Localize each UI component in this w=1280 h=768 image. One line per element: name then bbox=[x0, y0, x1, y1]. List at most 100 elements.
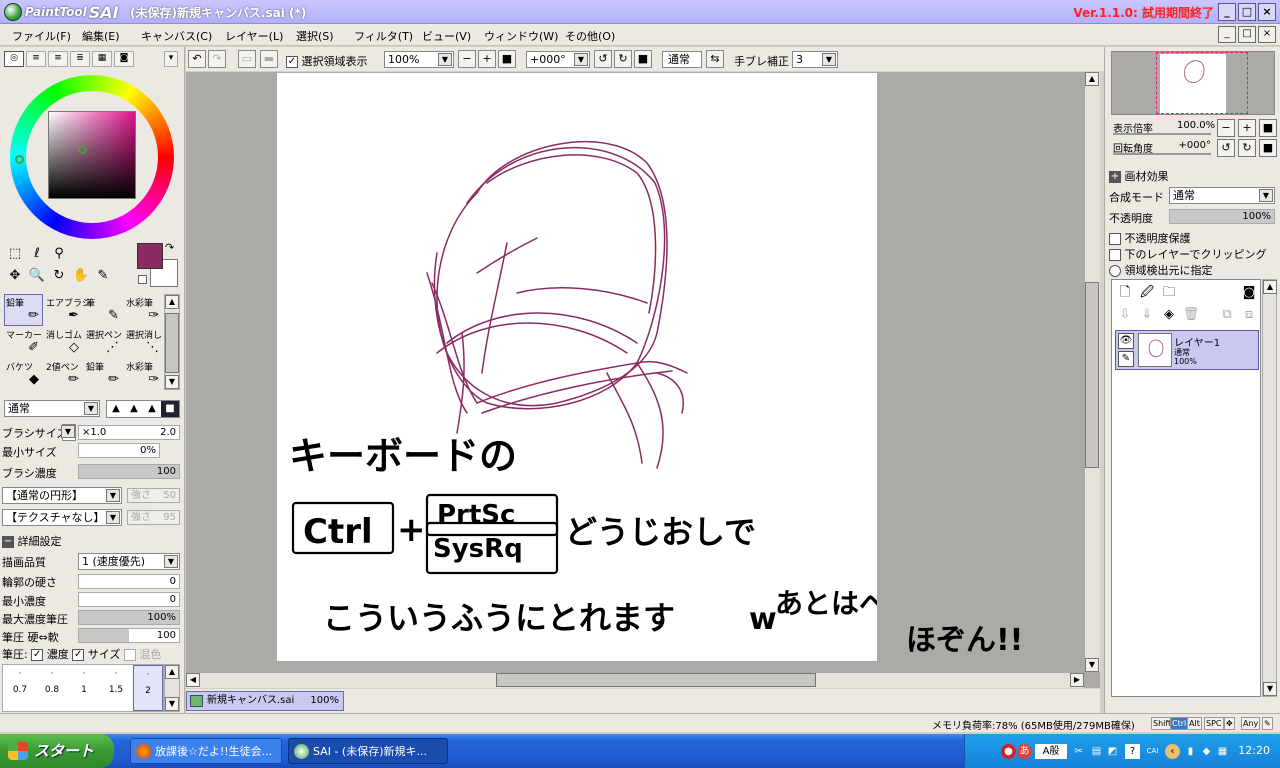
size-multiplier-dropdown[interactable]: ▼ bbox=[61, 424, 76, 441]
brush-shape-select[interactable]: 【通常の円形】 ▼ bbox=[2, 487, 122, 504]
show-selection-toggle[interactable]: ✓ 選択領域表示 bbox=[286, 53, 368, 69]
clear-layer-icon[interactable]: ◈ bbox=[1160, 306, 1178, 324]
close-button[interactable]: × bbox=[1258, 3, 1276, 21]
invert-select-icon[interactable]: ▬ bbox=[260, 50, 278, 68]
tool-watercolor-2[interactable]: 水彩筆 ✑ bbox=[124, 358, 163, 390]
foreground-color-swatch[interactable] bbox=[137, 243, 163, 269]
deselect-icon[interactable]: ▭ bbox=[238, 50, 256, 68]
max-pressure-slider[interactable]: 100% bbox=[78, 610, 180, 625]
new-linework-layer-icon[interactable]: 🖉 bbox=[1138, 284, 1156, 302]
nav-zoom-reset-icon[interactable]: ■ bbox=[1259, 119, 1277, 137]
zoom-reset-icon[interactable]: ■ bbox=[498, 50, 516, 68]
texture-strength-slider[interactable]: 強さ 95 bbox=[127, 510, 180, 525]
hsv-slider-mode-icon[interactable]: ≡ bbox=[48, 51, 68, 67]
nav-rotate-right-icon[interactable]: ↻ bbox=[1238, 139, 1256, 157]
tray-network-icon[interactable]: ▦ bbox=[1215, 744, 1230, 759]
zoom-slider[interactable] bbox=[1113, 133, 1211, 135]
size-preset[interactable]: · 0.8 bbox=[37, 670, 67, 696]
rotate-icon[interactable]: ↻ bbox=[50, 267, 68, 285]
delete-layer-icon[interactable]: 🗑 bbox=[1182, 306, 1200, 324]
layer-item[interactable]: 👁 ✎ レイヤー1 通常 100% bbox=[1115, 330, 1259, 370]
zoom-select[interactable]: 100% ▼ bbox=[384, 51, 454, 68]
menu-other[interactable]: その他(O) bbox=[565, 28, 615, 44]
zoom-in-icon[interactable]: + bbox=[478, 50, 496, 68]
layer-blend-select[interactable]: 通常 ▼ bbox=[1169, 187, 1275, 204]
doc-close-button[interactable]: × bbox=[1258, 26, 1276, 43]
size-preset[interactable]: · 0.7 bbox=[5, 670, 35, 696]
lasso-icon[interactable]: ℓ bbox=[28, 245, 46, 263]
scroll-down-icon[interactable]: ▼ bbox=[1263, 682, 1277, 696]
tool-pencil[interactable]: 鉛筆 ✏ bbox=[4, 294, 43, 326]
tool-airbrush[interactable]: エアブラシ ✒ bbox=[44, 294, 91, 326]
zoom-icon[interactable]: 🔍 bbox=[28, 267, 46, 285]
new-folder-icon[interactable]: 🗀 bbox=[1160, 284, 1178, 302]
zoom-out-icon[interactable]: − bbox=[458, 50, 476, 68]
min-size-slider[interactable]: 0% bbox=[78, 443, 160, 458]
rotation-select[interactable]: +000° ▼ bbox=[526, 51, 590, 68]
scroll-up-icon[interactable]: ▲ bbox=[165, 295, 179, 309]
shape-strength-slider[interactable]: 強さ 50 bbox=[127, 488, 180, 503]
start-button[interactable]: スタート bbox=[0, 734, 114, 768]
ime-mode-indicator[interactable]: A般 bbox=[1035, 744, 1067, 759]
scroll-right-icon[interactable]: ▶ bbox=[1070, 673, 1084, 687]
menu-filter[interactable]: フィルタ(T) bbox=[354, 28, 413, 44]
scroll-down-icon[interactable]: ▼ bbox=[1085, 658, 1099, 672]
blend-mode-button[interactable]: 通常 bbox=[662, 51, 702, 68]
panel-menu-icon[interactable]: ▾ bbox=[164, 51, 178, 67]
canvas-vertical-scrollbar[interactable]: ▲ ▼ bbox=[1084, 72, 1100, 672]
rgb-slider-mode-icon[interactable]: ≡ bbox=[26, 51, 46, 67]
rotate-left-icon[interactable]: ↺ bbox=[594, 50, 612, 68]
nav-rotate-reset-icon[interactable]: ■ bbox=[1259, 139, 1277, 157]
layer-list-scrollbar[interactable]: ▲ ▼ bbox=[1262, 279, 1277, 697]
menu-layer[interactable]: レイヤー(L) bbox=[225, 28, 283, 44]
edge-hardness-slider[interactable]: 0 bbox=[78, 574, 180, 589]
scroll-down-icon[interactable]: ▼ bbox=[165, 375, 179, 389]
scroll-left-icon[interactable]: ◀ bbox=[186, 673, 200, 687]
menu-file[interactable]: ファイル(F) bbox=[12, 28, 71, 44]
minimize-button[interactable]: _ bbox=[1218, 3, 1236, 21]
size-presets-scrollbar[interactable]: ▲ ▼ bbox=[164, 664, 180, 712]
tray-back-icon[interactable]: ‹ bbox=[1165, 744, 1180, 759]
eye-icon[interactable]: 👁 bbox=[1118, 333, 1134, 349]
undo-icon[interactable]: ↶ bbox=[188, 50, 206, 68]
brush-mode-select[interactable]: 通常 ▼ bbox=[4, 400, 100, 417]
pressure-size-checkbox[interactable]: ✓ bbox=[72, 649, 85, 661]
menu-select[interactable]: 選択(S) bbox=[296, 28, 334, 44]
scratchpad-mode-icon[interactable]: ◙ bbox=[114, 51, 134, 67]
menu-view[interactable]: ビュー(V) bbox=[422, 28, 471, 44]
rotate-right-icon[interactable]: ↻ bbox=[614, 50, 632, 68]
scroll-up-icon[interactable]: ▲ bbox=[165, 665, 179, 679]
taskbar-item-browser[interactable]: 放課後☆だよ!!生徒会... bbox=[130, 738, 282, 764]
size-preset[interactable]: · 1 bbox=[69, 670, 99, 696]
pressure-density-checkbox[interactable]: ✓ bbox=[31, 649, 44, 661]
drawing-canvas[interactable]: キーボードの Ctrl + PrtSc SysRq どうじおしで こういうふうに… bbox=[277, 73, 999, 661]
layer-mask-icon[interactable]: ◙ bbox=[1240, 284, 1258, 302]
pressure-blend-checkbox[interactable] bbox=[123, 649, 136, 661]
doc-minimize-button[interactable]: _ bbox=[1218, 26, 1236, 43]
swap-colors-icon[interactable]: ↷ bbox=[165, 241, 174, 254]
tool-select-erase[interactable]: 選択消し ⋱ bbox=[124, 326, 163, 358]
help-icon[interactable]: ? bbox=[1125, 744, 1140, 759]
quality-select[interactable]: 1 (速度優先) ▼ bbox=[78, 553, 180, 570]
caps-kana-icon[interactable]: CAI bbox=[1145, 744, 1160, 759]
doc-restore-button[interactable]: □ bbox=[1238, 26, 1256, 43]
hand-icon[interactable]: ✋ bbox=[72, 267, 90, 285]
tool-brush[interactable]: 筆 ✎ bbox=[84, 294, 123, 326]
merge-down-icon[interactable]: ⇓ bbox=[1138, 306, 1156, 324]
nav-zoom-in-icon[interactable]: + bbox=[1238, 119, 1256, 137]
stabilizer-select[interactable]: 3 ▼ bbox=[792, 51, 838, 68]
merge-visible-icon[interactable]: ⧉ bbox=[1218, 306, 1236, 324]
tray-ime-icon[interactable]: あ bbox=[1017, 744, 1032, 759]
swatch-mode-icon[interactable]: ▦ bbox=[92, 51, 112, 67]
redo-icon[interactable]: ↷ bbox=[208, 50, 226, 68]
transfer-down-icon[interactable]: ⇩ bbox=[1116, 306, 1134, 324]
tool-binary-pen[interactable]: 2値ペン ✏ bbox=[44, 358, 83, 390]
brush-density-slider[interactable]: 100 bbox=[78, 464, 180, 479]
tool-scrollbar[interactable]: ▲ ▼ bbox=[164, 294, 180, 390]
tray-settings-icon[interactable]: ◩ bbox=[1105, 744, 1120, 759]
menu-canvas[interactable]: キャンバス(C) bbox=[141, 28, 212, 44]
brush-size-slider[interactable]: ×1.0 2.0 bbox=[78, 425, 180, 440]
scroll-down-icon[interactable]: ▼ bbox=[165, 697, 179, 711]
rect-select-icon[interactable]: ⬚ bbox=[6, 245, 24, 263]
size-preset[interactable]: · 1.5 bbox=[101, 670, 131, 696]
